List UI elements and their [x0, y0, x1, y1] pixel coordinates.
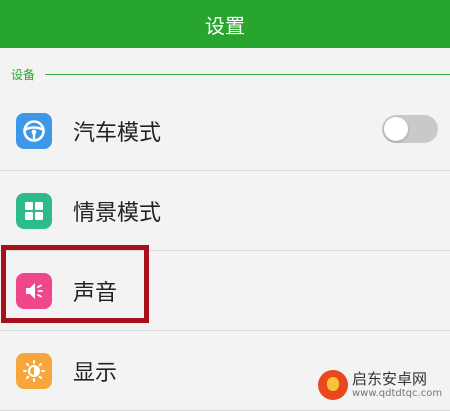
- settings-item-scene-mode[interactable]: 情景模式: [0, 171, 450, 251]
- section-label: 设备: [11, 67, 36, 82]
- settings-item-sound[interactable]: 声音: [0, 251, 450, 331]
- car-mode-toggle[interactable]: [382, 115, 438, 143]
- speaker-icon: [16, 273, 52, 309]
- watermark-logo-icon: [318, 370, 348, 400]
- settings-item-label: 情景模式: [73, 201, 162, 226]
- title-bar: 设置: [0, 0, 450, 48]
- settings-item-label: 声音: [73, 281, 118, 306]
- section-header: 设备: [0, 60, 450, 88]
- section-divider: [45, 73, 450, 75]
- grid-icon: [16, 193, 52, 229]
- watermark: 启东安卓网 www.qdtdtqc.com: [318, 364, 450, 406]
- steering-wheel-icon: [16, 113, 52, 149]
- toggle-knob: [384, 117, 408, 141]
- brightness-icon: [16, 353, 52, 389]
- watermark-title: 启东安卓网: [352, 370, 428, 389]
- page-title: 设置: [205, 13, 245, 38]
- settings-item-label: 显示: [73, 361, 118, 386]
- settings-item-car-mode[interactable]: 汽车模式: [0, 91, 450, 171]
- watermark-url: www.qdtdtqc.com: [352, 387, 443, 399]
- settings-item-label: 汽车模式: [73, 121, 162, 146]
